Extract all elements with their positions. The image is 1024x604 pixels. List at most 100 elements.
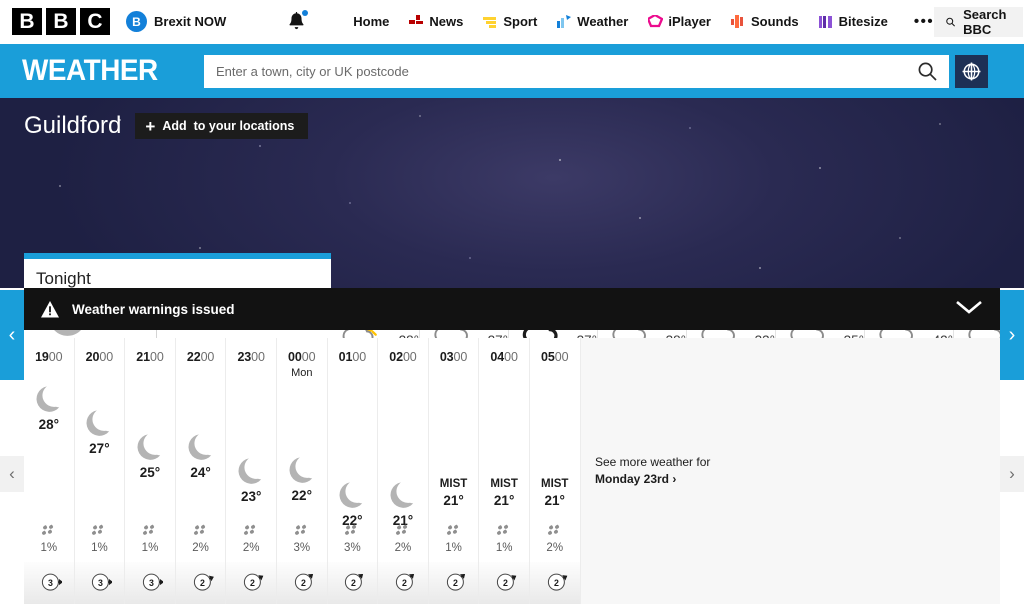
hour-forecast-column[interactable]: 0500 MIST 21° 2% 2 (529, 338, 581, 604)
hour-forecast-column[interactable]: 0300 MIST 21° 1% 2 (428, 338, 480, 604)
hour-wind: 2 (479, 562, 529, 604)
wind-direction-icon: 2 (547, 573, 568, 591)
hour-condition-block: MIST 21° (429, 478, 479, 508)
hour-temperature: 22° (291, 488, 312, 503)
hour-forecast-column[interactable]: 0200 21° 2% 2 (378, 338, 429, 604)
bbc-logo-letter-1: B (12, 8, 42, 35)
expand-warnings-button[interactable] (954, 298, 984, 321)
hour-precipitation-pct: 1% (445, 542, 462, 554)
location-search-field[interactable] (203, 54, 949, 88)
precipitation-icon (92, 524, 104, 535)
hour-precipitation: 2% (378, 523, 428, 554)
page-title: Guildford (24, 112, 122, 139)
hour-weather-icon (277, 453, 327, 485)
add-label: Add (162, 119, 187, 133)
hour-precipitation-pct: 3% (344, 542, 361, 554)
svg-text:2: 2 (200, 578, 205, 588)
hour-forecast-column[interactable]: 0000 Mon 22° 3% 2 (276, 338, 328, 604)
next-hours-button[interactable]: › (1000, 456, 1024, 492)
moon-icon (137, 434, 161, 460)
brexit-now-link[interactable]: B Brexit NOW (126, 11, 226, 32)
news-icon (409, 14, 424, 24)
nav-link-sounds[interactable]: Sounds (731, 14, 799, 29)
hourly-forecast-panel: 1900 28° 1% 3 2000 27° 1% 3 2100 25° 1% 3 2200 24° 2% 2… (24, 338, 1000, 604)
svg-text:3: 3 (48, 578, 53, 588)
iplayer-icon (648, 14, 664, 27)
hour-forecast-column[interactable]: 2300 23° 2% 2 (226, 338, 277, 604)
weather-header-bar: WEATHER (0, 44, 1024, 98)
hour-forecast-column[interactable]: 0100 22° 3% 2 (327, 338, 379, 604)
location-search-input[interactable] (203, 54, 906, 88)
nav-link-iplayer[interactable]: iPlayer (648, 14, 711, 29)
hour-time-label: 0500 (541, 350, 569, 364)
nav-link-weather[interactable]: Weather (557, 14, 628, 29)
hour-temperature: 23° (240, 489, 262, 504)
hour-condition-block: 25° (125, 430, 175, 480)
hour-wind: 2 (276, 562, 327, 604)
hourly-scroll-area[interactable]: 1900 28° 1% 3 2000 27° 1% 3 2100 25° 1% 3 2200 24° 2% 2… (24, 338, 581, 604)
hour-temperature: 24° (190, 465, 211, 480)
hour-precipitation: 2% (176, 523, 226, 554)
wind-direction-icon: 3 (41, 573, 62, 591)
precipitation-icon (193, 524, 205, 535)
wind-direction-icon: 2 (193, 573, 214, 591)
bbc-search-label: Search BBC (963, 6, 1007, 37)
see-more-weather-panel[interactable]: See more weather for Monday 23rd › (581, 338, 1000, 604)
hour-condition-block: 21° (378, 478, 428, 528)
wind-direction-icon: 2 (446, 573, 465, 591)
hour-condition-block: 22° (277, 453, 327, 503)
hour-condition-block: MIST 21° (530, 478, 580, 508)
hour-forecast-column[interactable]: 2000 27° 1% 3 (74, 338, 126, 604)
use-my-location-button[interactable] (954, 54, 988, 88)
hour-precipitation: 3% (328, 523, 378, 554)
locate-me-icon (962, 62, 981, 80)
hour-forecast-column[interactable]: 2200 24° 2% 2 (175, 338, 227, 604)
precipitation-icon (446, 524, 458, 535)
hour-temperature: 28° (38, 417, 59, 432)
bbc-logo-letter-3: C (80, 8, 110, 35)
next-days-button[interactable]: › (1000, 290, 1024, 380)
nav-link-bitesize[interactable]: Bitesize (818, 14, 888, 29)
weather-warnings-bar[interactable]: Weather warnings issued (24, 288, 1000, 330)
plus-icon: + (145, 116, 156, 136)
hour-precipitation: 3% (277, 523, 327, 554)
weather-icon (557, 14, 572, 28)
sport-icon (483, 16, 497, 28)
hour-forecast-column[interactable]: 2100 25° 1% 3 (125, 338, 176, 604)
hour-wind: 2 (529, 562, 580, 604)
hour-time-label: 0200 (389, 350, 417, 364)
hour-precipitation: 1% (429, 523, 479, 554)
notification-bell-button[interactable] (288, 10, 309, 31)
nav-link-news[interactable]: News (409, 14, 463, 29)
see-more-chevron-icon: › (672, 472, 677, 486)
bbc-logo[interactable]: B B C (12, 8, 110, 35)
see-more-text: See more weather for Monday 23rd › (595, 454, 710, 489)
nav-link-weather-label: Weather (577, 14, 629, 29)
hour-temperature: 27° (89, 441, 110, 456)
svg-text:2: 2 (351, 578, 356, 588)
hour-forecast-column[interactable]: 0400 MIST 21° 1% 2 (479, 338, 530, 604)
hour-temperature: 25° (139, 465, 161, 480)
location-search-submit-button[interactable] (906, 62, 949, 81)
svg-text:2: 2 (554, 578, 559, 588)
nav-link-sport[interactable]: Sport (483, 14, 537, 29)
precipitation-icon (142, 524, 155, 535)
nav-more-menu-button[interactable]: ••• (914, 13, 934, 30)
previous-hours-button[interactable]: ‹ (0, 456, 24, 492)
hour-wind: 2 (428, 562, 479, 604)
add-to-locations-button[interactable]: + Add to your locations (135, 113, 309, 139)
bbc-nav-links: Home News Sport Weather iPlayer Sounds B… (353, 13, 934, 30)
svg-text:3: 3 (98, 578, 103, 588)
hour-precipitation-pct: 1% (91, 542, 108, 554)
hour-precipitation: 2% (530, 523, 580, 554)
weather-wordmark[interactable]: WEATHER (22, 54, 158, 88)
hour-weather-icon (75, 406, 125, 438)
previous-days-button[interactable]: ‹ (0, 290, 24, 380)
warning-triangle-icon (41, 300, 59, 317)
bbc-search-button[interactable]: Search BBC (934, 6, 1024, 37)
see-more-line2: Monday 23rd (595, 472, 670, 486)
hour-forecast-column[interactable]: 1900 28° 1% 3 (24, 338, 75, 604)
hour-precipitation-pct: 3% (293, 542, 311, 554)
location-row: Guildford + Add to your locations (0, 98, 1024, 140)
nav-link-home[interactable]: Home (353, 14, 389, 29)
